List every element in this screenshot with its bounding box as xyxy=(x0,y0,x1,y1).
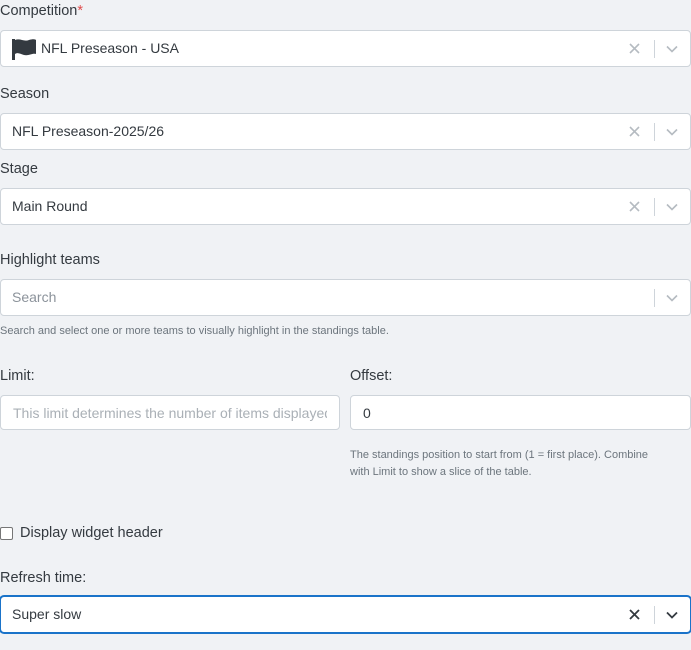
refresh-time-value: Super slow xyxy=(12,606,82,622)
chevron-down-icon[interactable] xyxy=(665,31,679,66)
limit-input[interactable] xyxy=(0,395,340,430)
display-header-checkbox[interactable] xyxy=(0,527,13,540)
highlight-teams-select[interactable]: Search xyxy=(0,279,691,316)
flag-icon xyxy=(12,39,36,60)
offset-label: Offset: xyxy=(350,368,393,384)
stage-select[interactable]: Main Round xyxy=(0,188,691,225)
required-mark: * xyxy=(77,3,84,19)
chevron-down-icon[interactable] xyxy=(665,597,679,632)
competition-value: NFL Preseason - USA xyxy=(41,40,179,56)
clear-icon[interactable] xyxy=(627,31,641,66)
offset-input[interactable] xyxy=(350,395,691,430)
season-label: Season xyxy=(0,86,50,102)
clear-icon[interactable] xyxy=(627,189,641,224)
stage-label: Stage xyxy=(0,161,38,177)
separator xyxy=(654,289,655,307)
clear-icon[interactable] xyxy=(627,114,641,149)
competition-label-text: Competition xyxy=(0,3,78,19)
display-header-label[interactable]: Display widget header xyxy=(20,524,163,542)
refresh-time-select[interactable]: Super slow xyxy=(0,596,691,633)
highlight-teams-label: Highlight teams xyxy=(0,252,100,268)
season-value: NFL Preseason-2025/26 xyxy=(12,123,165,139)
highlight-teams-placeholder[interactable]: Search xyxy=(12,280,56,315)
refresh-time-label: Refresh time: xyxy=(0,570,87,586)
highlight-teams-help: Search and select one or more teams to v… xyxy=(0,325,389,337)
separator xyxy=(654,40,655,58)
season-select[interactable]: NFL Preseason-2025/26 xyxy=(0,113,691,150)
offset-help: The standings position to start from (1 … xyxy=(350,447,648,481)
chevron-down-icon[interactable] xyxy=(665,189,679,224)
separator xyxy=(654,606,655,624)
stage-value: Main Round xyxy=(12,198,88,214)
separator xyxy=(654,198,655,216)
offset-help-line2: with Limit to show a slice of the table. xyxy=(350,466,532,478)
offset-help-line1: The standings position to start from (1 … xyxy=(350,449,649,461)
clear-icon[interactable] xyxy=(627,597,641,632)
separator xyxy=(654,123,655,141)
competition-select[interactable]: NFL Preseason - USA xyxy=(0,30,691,67)
chevron-down-icon[interactable] xyxy=(665,114,679,149)
competition-label: Competition* xyxy=(0,2,83,20)
limit-label: Limit: xyxy=(0,368,35,384)
chevron-down-icon[interactable] xyxy=(665,280,679,315)
